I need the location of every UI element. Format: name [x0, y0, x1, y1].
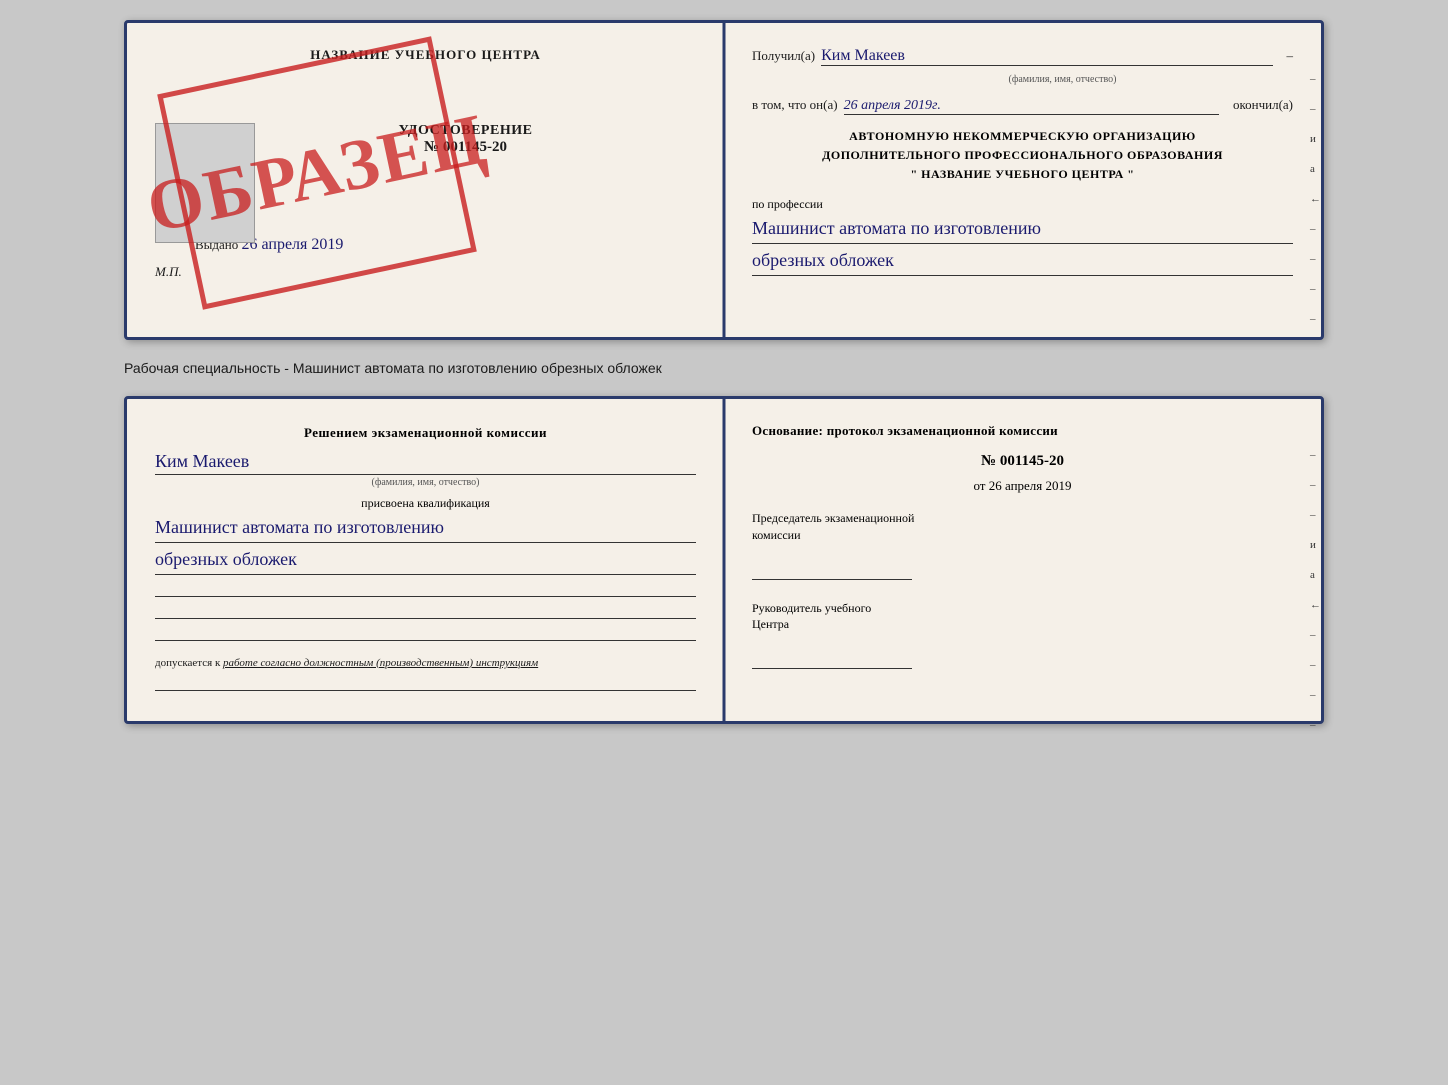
- name-subtext: (фамилия, имя, отчество): [832, 74, 1293, 85]
- dopusk-italic-text: работе согласно должностным (производств…: [223, 657, 538, 669]
- issued-date: 26 апреля 2019: [242, 236, 344, 253]
- blank-line-1: [155, 581, 696, 597]
- spread-1: НАЗВАНИЕ УЧЕБНОГО ЦЕНТРА УДОСТОВЕРЕНИЕ №…: [124, 20, 1324, 340]
- doc-type: УДОСТОВЕРЕНИЕ: [235, 123, 696, 139]
- issued-block: Выдано 26 апреля 2019: [195, 236, 696, 254]
- right-marks-1: – – и а ← – – – –: [1310, 73, 1321, 325]
- org-line2: ДОПОЛНИТЕЛЬНОГО ПРОФЕССИОНАЛЬНОГО ОБРАЗО…: [752, 146, 1293, 165]
- chairman-label: Председатель экзаменационной комиссии: [752, 510, 1293, 544]
- dash-1: –: [1287, 48, 1294, 64]
- name-value-2: Ким Макеев: [155, 451, 696, 475]
- spread2-right-page: Основание: протокол экзаменационной коми…: [724, 399, 1321, 721]
- org-block: АВТОНОМНУЮ НЕКОММЕРЧЕСКУЮ ОРГАНИЗАЦИЮ ДО…: [752, 127, 1293, 185]
- protocol-date: от 26 апреля 2019: [752, 478, 1293, 494]
- chairman-line2: комиссии: [752, 528, 801, 542]
- name-sub-2: (фамилия, имя, отчество): [155, 477, 696, 488]
- mp-label: М.П.: [155, 264, 696, 280]
- photo-placeholder: [155, 123, 255, 243]
- blank-line-4: [155, 675, 696, 691]
- training-center-title-1: НАЗВАНИЕ УЧЕБНОГО ЦЕНТРА: [155, 47, 696, 63]
- doc-number: № 001145-20: [235, 139, 696, 156]
- org-line1: АВТОНОМНУЮ НЕКОММЕРЧЕСКУЮ ОРГАНИЗАЦИЮ: [752, 127, 1293, 146]
- right-marks-2: – – – и а ← – – – –: [1310, 449, 1321, 731]
- director-line2: Центра: [752, 617, 789, 631]
- director-sig-line: [752, 653, 912, 669]
- separator-label: Рабочая специальность - Машинист автомат…: [124, 356, 1324, 380]
- in-that-label: в том, что он(а): [752, 97, 838, 113]
- director-line1: Руководитель учебного: [752, 601, 871, 615]
- org-line3: " НАЗВАНИЕ УЧЕБНОГО ЦЕНТРА ": [752, 165, 1293, 184]
- date-value: 26 апреля 2019г.: [844, 98, 1219, 115]
- spread-2: Решением экзаменационной комиссии Ким Ма…: [124, 396, 1324, 724]
- profession-line2: обрезных обложек: [752, 248, 1293, 276]
- chairman-sig-line: [752, 564, 912, 580]
- kvalif-line2: обрезных обложек: [155, 547, 696, 575]
- chairman-block: Председатель экзаменационной комиссии: [752, 510, 1293, 580]
- spread1-right-page: Получил(а) Ким Макеев – (фамилия, имя, о…: [724, 23, 1321, 337]
- received-name: Ким Макеев: [821, 47, 1272, 66]
- blank-line-2: [155, 603, 696, 619]
- spread1-left-page: НАЗВАНИЕ УЧЕБНОГО ЦЕНТРА УДОСТОВЕРЕНИЕ №…: [127, 23, 724, 337]
- director-block: Руководитель учебного Центра: [752, 600, 1293, 670]
- received-row: Получил(а) Ким Макеев –: [752, 47, 1293, 66]
- dopusk-prefix: допускается к: [155, 657, 220, 669]
- director-label: Руководитель учебного Центра: [752, 600, 1293, 634]
- finished-label: окончил(а): [1233, 97, 1293, 113]
- received-label: Получил(а): [752, 48, 815, 64]
- document-container: НАЗВАНИЕ УЧЕБНОГО ЦЕНТРА УДОСТОВЕРЕНИЕ №…: [124, 20, 1324, 724]
- spread2-left-page: Решением экзаменационной комиссии Ким Ма…: [127, 399, 724, 721]
- chairman-line1: Председатель экзаменационной: [752, 511, 914, 525]
- date-value-2: 26 апреля 2019: [989, 478, 1072, 493]
- osnov-label: Основание: протокол экзаменационной коми…: [752, 423, 1293, 439]
- date-prefix: от: [973, 478, 985, 493]
- dopusk-row: допускается к работе согласно должностны…: [155, 657, 696, 669]
- komissia-title: Решением экзаменационной комиссии: [155, 423, 696, 443]
- kvalif-label: присвоена квалификация: [155, 496, 696, 511]
- in-that-row: в том, что он(а) 26 апреля 2019г. окончи…: [752, 97, 1293, 115]
- blank-line-3: [155, 625, 696, 641]
- kvalif-line1: Машинист автомата по изготовлению: [155, 515, 696, 543]
- profession-label: по профессии: [752, 197, 1293, 212]
- protocol-number: № 001145-20: [752, 453, 1293, 470]
- name-block-2: Ким Макеев (фамилия, имя, отчество): [155, 451, 696, 488]
- profession-line1: Машинист автомата по изготовлению: [752, 216, 1293, 244]
